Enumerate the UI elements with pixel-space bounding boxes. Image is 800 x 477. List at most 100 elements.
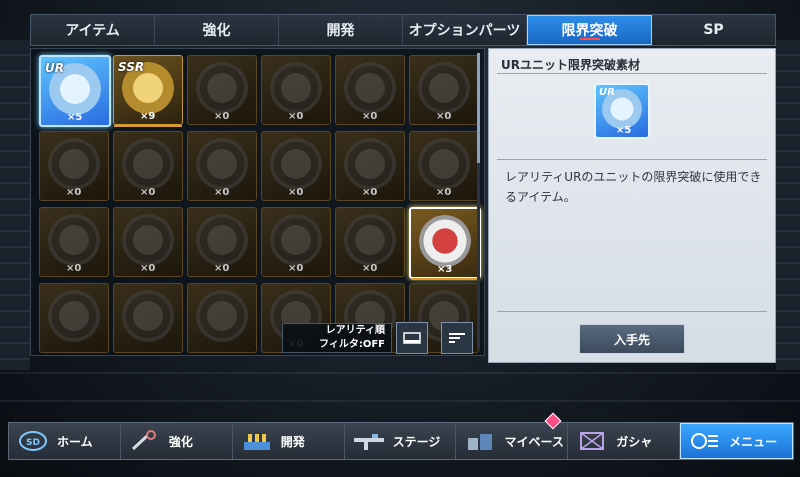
limit-break-gear-icon: [418, 138, 470, 190]
nav-enhance[interactable]: 強化: [121, 423, 233, 459]
item-cell[interactable]: ×0: [113, 131, 183, 201]
limit-break-gear-icon: [419, 215, 471, 267]
tab-option-parts[interactable]: オプションパーツ: [403, 15, 527, 45]
item-cell[interactable]: ×0: [261, 55, 331, 125]
item-count: ×0: [362, 263, 378, 274]
item-count: ×0: [436, 187, 452, 198]
tab-sp[interactable]: SP: [652, 15, 775, 45]
rarity-badge: UR: [45, 61, 64, 75]
tab-label: SP: [703, 22, 724, 38]
base-icon: [462, 428, 498, 454]
limit-break-gear-icon: [196, 62, 248, 114]
category-tabbar: アイテム 強化 開発 オプションパーツ 限界突破 SP: [30, 14, 776, 46]
item-count: ×0: [288, 187, 304, 198]
filter-label: フィルタ:OFF: [319, 339, 385, 350]
limit-break-gear-icon: [122, 214, 174, 266]
item-count: ×0: [214, 111, 230, 122]
rifle-icon: [351, 428, 387, 454]
floor-line: [0, 372, 800, 374]
nav-mybase[interactable]: マイベース: [456, 412, 569, 459]
view-toggle-button[interactable]: [396, 322, 428, 354]
nav-stage[interactable]: ステージ: [345, 423, 457, 459]
item-cell[interactable]: ×0: [335, 55, 405, 125]
item-cell[interactable]: [39, 283, 109, 353]
tab-label: 強化: [202, 23, 231, 39]
tab-label: オプションパーツ: [408, 23, 521, 39]
item-cell[interactable]: [187, 283, 257, 353]
item-cell[interactable]: [113, 283, 183, 353]
item-cell[interactable]: ×0: [187, 207, 257, 277]
nav-label: メニュー: [729, 434, 778, 449]
limit-break-gear-icon: [270, 214, 322, 266]
item-count: ×5: [67, 112, 83, 123]
item-count: ×0: [140, 187, 156, 198]
acquisition-source-button[interactable]: 入手先: [579, 324, 685, 354]
bottom-navigation: SD ホーム 強化 開発 ステージ マイベース ガシャ メニュー: [8, 412, 794, 460]
limit-break-gear-icon: [418, 62, 470, 114]
nav-label: 開発: [280, 434, 305, 449]
tab-label: 限界突破: [561, 23, 618, 39]
item-cell[interactable]: ×0: [187, 55, 257, 125]
item-count: ×0: [66, 263, 82, 274]
item-count: ×0: [288, 263, 304, 274]
hangar-wall-right: [776, 40, 800, 370]
sort-filter-status[interactable]: レアリティ順 フィルタ:OFF: [282, 323, 392, 353]
item-cell[interactable]: ×0: [335, 131, 405, 201]
item-detail-panel: URユニット限界突破素材 UR ×5 レアリティURのユニットの限界突破に使用で…: [488, 48, 776, 363]
item-cell[interactable]: ×0: [335, 207, 405, 277]
nav-menu[interactable]: メニュー: [680, 423, 794, 459]
detail-title: URユニット限界突破素材: [501, 58, 640, 72]
limit-break-gear-icon: [196, 138, 248, 190]
item-cell[interactable]: SSR ×9: [113, 55, 183, 127]
item-count: ×0: [362, 187, 378, 198]
tab-develop[interactable]: 開発: [279, 15, 403, 45]
highlight-bar: [411, 278, 479, 280]
tab-label: アイテム: [65, 23, 120, 39]
detail-description: レアリティURのユニットの限界突破に使用できるアイテム。: [505, 170, 762, 204]
item-cell[interactable]: ×0: [409, 55, 479, 125]
item-cell[interactable]: ×0: [39, 131, 109, 201]
nav-label: ホーム: [57, 434, 93, 449]
item-count: ×0: [288, 111, 304, 122]
nav-home[interactable]: SD ホーム: [9, 423, 121, 459]
item-cell[interactable]: ×0: [261, 131, 331, 201]
item-count: ×0: [214, 187, 230, 198]
item-count: ×5: [616, 125, 632, 136]
item-cell[interactable]: ×3: [409, 207, 481, 280]
tab-limit-break[interactable]: 限界突破: [527, 15, 652, 45]
tab-item[interactable]: アイテム: [31, 15, 155, 45]
item-cell[interactable]: ×0: [261, 207, 331, 277]
limit-break-gear-icon: [344, 214, 396, 266]
menu-icon: [687, 428, 723, 454]
nav-gacha[interactable]: ガシャ: [568, 423, 681, 459]
item-cell[interactable]: ×0: [187, 131, 257, 201]
item-cell[interactable]: ×0: [409, 131, 479, 201]
divider: [497, 73, 767, 74]
scroll-thumb[interactable]: [477, 53, 480, 163]
sort-button[interactable]: [441, 322, 473, 354]
grid-scrollbar[interactable]: [477, 53, 480, 349]
limit-break-gear-icon: [270, 138, 322, 190]
tab-enhance[interactable]: 強化: [155, 15, 279, 45]
item-count: ×0: [362, 111, 378, 122]
nav-develop[interactable]: 開発: [233, 423, 345, 459]
item-cell[interactable]: ×0: [39, 207, 109, 277]
sort-order-label: レアリティ順: [325, 325, 385, 336]
wrench-icon: [127, 428, 163, 454]
rarity-badge: SSR: [118, 60, 145, 74]
item-count: ×0: [214, 263, 230, 274]
notification-badge: [544, 412, 562, 430]
hangar-wall-left: [0, 40, 30, 370]
item-cell[interactable]: ×0: [113, 207, 183, 277]
limit-break-gear-icon: [122, 290, 174, 342]
detail-item-icon: UR ×5: [594, 83, 650, 139]
nav-label: マイベース: [504, 434, 564, 449]
nav-label: 強化: [168, 434, 193, 449]
nav-label: ガシャ: [616, 434, 653, 449]
tab-label: 開発: [326, 23, 355, 39]
limit-break-gear-icon: [344, 62, 396, 114]
item-cell[interactable]: UR ×5: [39, 55, 111, 127]
item-grid-panel: UR ×5 SSR ×9 ×0 ×0 ×0 ×0 ×0 ×0 ×0 ×0 ×0 ×0 ×0 ×0 ×0 ×0 ×0 ×…: [30, 48, 485, 356]
limit-break-gear-icon: [122, 138, 174, 190]
limit-break-gear-icon: [344, 138, 396, 190]
